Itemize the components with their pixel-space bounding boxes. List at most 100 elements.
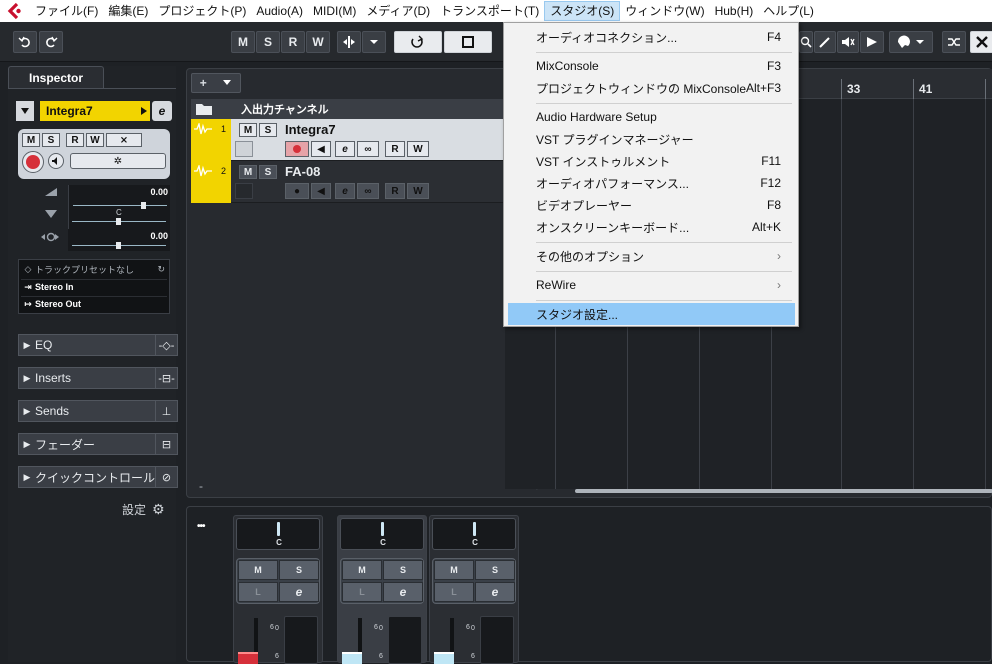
channel-solo-button[interactable]: S bbox=[475, 560, 515, 580]
lock-icon[interactable]: ✲ bbox=[70, 153, 166, 169]
menu-file[interactable]: ファイル(F) bbox=[30, 1, 103, 21]
section-fader[interactable]: ▶ フェーダー ⊟ bbox=[18, 433, 178, 455]
track-mute-button[interactable]: M bbox=[239, 165, 257, 179]
link-icon[interactable]: ∞ bbox=[357, 183, 379, 199]
toolbar-solo-button[interactable]: S bbox=[256, 31, 280, 53]
inspector-track-name[interactable]: Integra7 bbox=[40, 101, 150, 121]
channel-solo-button[interactable]: S bbox=[383, 560, 423, 580]
collapse-icon[interactable] bbox=[16, 101, 34, 121]
channel-mute-button[interactable]: M bbox=[434, 560, 474, 580]
track-row[interactable]: 2 M S FA-08 ● ◀ e ∞ R W bbox=[191, 161, 505, 203]
menu-item-mixconsole[interactable]: MixConsole F3 bbox=[508, 55, 795, 77]
undo-icon[interactable] bbox=[13, 31, 37, 53]
fader-handle[interactable] bbox=[342, 652, 362, 664]
channel-listen-button[interactable]: L bbox=[342, 582, 382, 602]
edit-instrument-icon[interactable]: e bbox=[335, 183, 355, 199]
section-quick-controls[interactable]: ▶ クイックコントロール ⊘ bbox=[18, 466, 178, 488]
add-track-button[interactable]: + bbox=[191, 73, 241, 93]
link-icon[interactable]: ∞ bbox=[357, 141, 379, 157]
record-icon[interactable] bbox=[285, 141, 309, 157]
inspector-solo-button[interactable]: S bbox=[42, 133, 60, 147]
track-name[interactable]: Integra7 bbox=[285, 122, 336, 137]
snap-icon[interactable] bbox=[942, 31, 966, 53]
record-icon[interactable]: ● bbox=[285, 183, 309, 199]
monitor-icon[interactable]: ◀ bbox=[311, 183, 331, 199]
inspector-settings[interactable]: 設定 ⚙ bbox=[122, 501, 165, 518]
tracklist-minus-icon[interactable]: - bbox=[199, 479, 203, 493]
horizontal-scrollbar[interactable] bbox=[575, 489, 992, 493]
inspector-tab[interactable]: Inspector bbox=[8, 66, 104, 88]
track-write-button[interactable]: W bbox=[407, 141, 429, 157]
menu-item-project-mixconsole[interactable]: プロジェクトウィンドウの MixConsole Alt+F3 bbox=[508, 77, 795, 99]
pan-control[interactable]: C bbox=[432, 518, 516, 550]
menu-item-more-options[interactable]: その他のオプション › bbox=[508, 245, 795, 267]
menu-audio[interactable]: Audio(A) bbox=[251, 1, 308, 21]
draw-tool-icon[interactable] bbox=[814, 31, 836, 53]
section-eq[interactable]: ▶ EQ -◇- bbox=[18, 334, 178, 356]
inspector-mute-button[interactable]: M bbox=[22, 133, 40, 147]
track-edit-box[interactable] bbox=[235, 141, 253, 157]
record-enable-button[interactable] bbox=[22, 151, 44, 173]
play-tool-icon[interactable] bbox=[860, 31, 884, 53]
menu-project[interactable]: プロジェクト(P) bbox=[153, 1, 251, 21]
menu-item-audio-connections[interactable]: オーディオコネクション... F4 bbox=[508, 26, 795, 48]
track-edit-box[interactable] bbox=[235, 183, 253, 199]
reload-icon[interactable]: ↻ bbox=[157, 264, 165, 275]
output-routing[interactable]: ↦ Stereo Out bbox=[21, 296, 167, 311]
delay-slider[interactable]: 0.00 bbox=[68, 229, 170, 251]
track-solo-button[interactable]: S bbox=[259, 123, 277, 137]
edit-instrument-icon[interactable]: e bbox=[152, 101, 172, 121]
track-read-button[interactable]: R bbox=[385, 183, 405, 199]
edit-channel-icon[interactable]: e bbox=[475, 582, 515, 602]
more-options-icon[interactable]: ••• bbox=[197, 521, 205, 532]
menu-edit[interactable]: 編集(E) bbox=[103, 1, 153, 21]
pan-control[interactable]: C bbox=[340, 518, 424, 550]
inspector-read-button[interactable]: R bbox=[66, 133, 84, 147]
menu-midi[interactable]: MIDI(M) bbox=[308, 1, 361, 21]
menu-hub[interactable]: Hub(H) bbox=[710, 1, 759, 21]
toolbar-mute-button[interactable]: M bbox=[231, 31, 255, 53]
menu-item-vst-instruments[interactable]: VST インストゥルメント F11 bbox=[508, 150, 795, 172]
menu-item-vst-plugin-manager[interactable]: VST プラグインマネージャー bbox=[508, 128, 795, 150]
track-read-button[interactable]: R bbox=[385, 141, 405, 157]
cubase-logo-icon[interactable] bbox=[0, 0, 30, 22]
edit-channel-icon[interactable]: e bbox=[383, 582, 423, 602]
menu-item-onscreen-keyboard[interactable]: オンスクリーンキーボード... Alt+K bbox=[508, 216, 795, 238]
menu-item-studio-setup[interactable]: スタジオ設定... bbox=[508, 303, 795, 325]
menu-media[interactable]: メディア(D) bbox=[361, 1, 435, 21]
channel-mute-button[interactable]: M bbox=[342, 560, 382, 580]
channel-listen-button[interactable]: L bbox=[238, 582, 278, 602]
mute-tool-icon[interactable] bbox=[837, 31, 859, 53]
section-sends[interactable]: ▶ Sends ⊥ bbox=[18, 400, 178, 422]
chevron-down-icon[interactable] bbox=[362, 31, 386, 53]
color-tool-icon[interactable] bbox=[889, 31, 933, 53]
menu-item-audio-hardware-setup[interactable]: Audio Hardware Setup bbox=[508, 106, 795, 128]
toolbar-read-button[interactable]: R bbox=[281, 31, 305, 53]
track-solo-button[interactable]: S bbox=[259, 165, 277, 179]
redo-icon[interactable] bbox=[39, 31, 63, 53]
track-mute-button[interactable]: M bbox=[239, 123, 257, 137]
folder-track[interactable]: 入出力チャンネル bbox=[191, 99, 505, 119]
track-write-button[interactable]: W bbox=[407, 183, 429, 199]
fader-handle[interactable] bbox=[238, 652, 258, 664]
edit-instrument-icon[interactable]: e bbox=[335, 141, 355, 157]
freeze-icon[interactable]: ⨯ bbox=[106, 133, 142, 147]
track-row[interactable]: 1 M S Integra7 ◀ e ∞ R W bbox=[191, 119, 505, 161]
stop-icon[interactable] bbox=[444, 31, 492, 53]
pan-control[interactable]: C bbox=[236, 518, 320, 550]
monitor-icon[interactable] bbox=[48, 153, 64, 169]
track-preset[interactable]: ◇ トラックプリセットなし ↻ bbox=[21, 262, 167, 277]
menu-help[interactable]: ヘルプ(L) bbox=[758, 1, 819, 21]
menu-item-video-player[interactable]: ビデオプレーヤー F8 bbox=[508, 194, 795, 216]
automation-mode-icon[interactable] bbox=[337, 31, 361, 53]
input-routing[interactable]: ⇥ Stereo In bbox=[21, 279, 167, 294]
channel-listen-button[interactable]: L bbox=[434, 582, 474, 602]
menu-item-rewire[interactable]: ReWire › bbox=[508, 274, 795, 296]
quantize-icon[interactable] bbox=[970, 31, 992, 53]
toolbar-write-button[interactable]: W bbox=[306, 31, 330, 53]
cycle-icon[interactable] bbox=[394, 31, 442, 53]
inspector-write-button[interactable]: W bbox=[86, 133, 104, 147]
menu-transport[interactable]: トランスポート(T) bbox=[435, 1, 544, 21]
fader-handle[interactable] bbox=[434, 652, 454, 664]
menu-item-audio-performance[interactable]: オーディオパフォーマンス... F12 bbox=[508, 172, 795, 194]
